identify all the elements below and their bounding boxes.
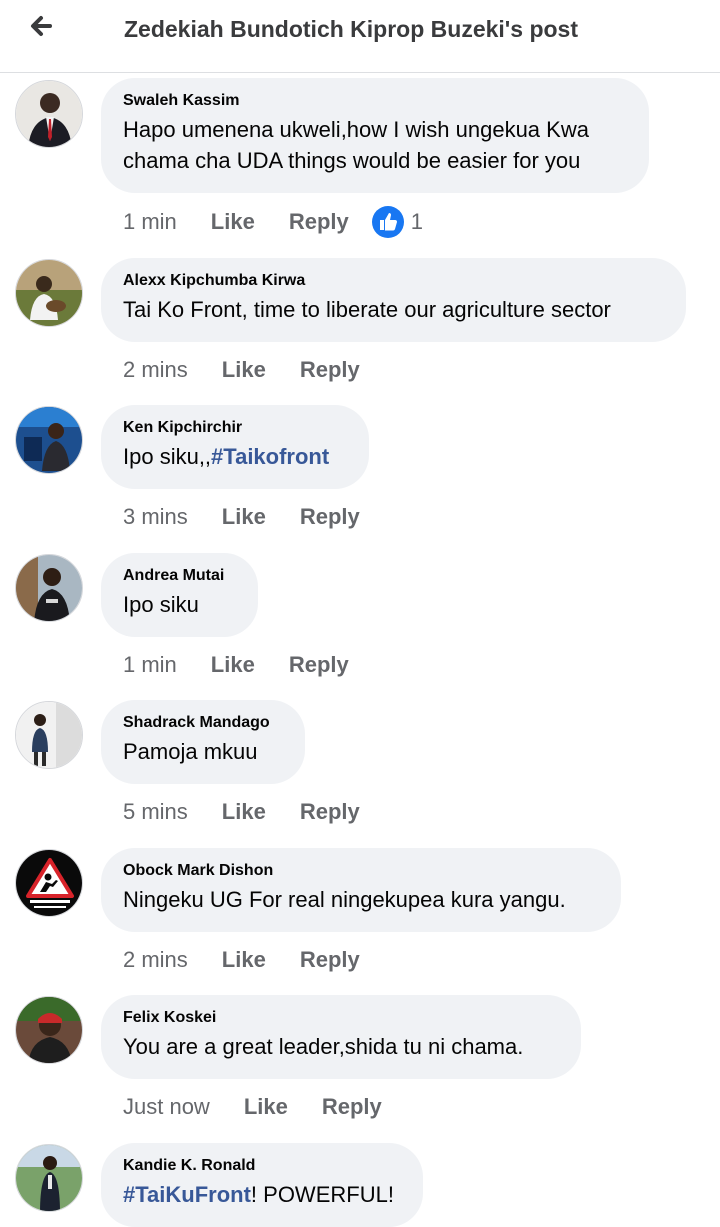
comment-text: You are a great leader,shida tu ni chama… [123,1034,524,1059]
like-button[interactable]: Like [222,356,266,384]
comment-meta: 1 min Like Reply [123,650,349,679]
comment-meta: 3 mins Like Reply [123,502,360,531]
comment-author[interactable]: Obock Mark Dishon [123,860,597,882]
comment-bubble: Kandie K. Ronald #TaiKuFront! POWERFUL! [101,1143,423,1227]
page-title: Zedekiah Bundotich Kiprop Buzeki's post [124,16,579,42]
reaction-summary[interactable]: 1 [371,205,423,239]
comment-text: #TaiKuFront! POWERFUL! [123,1179,399,1210]
reaction-count: 1 [410,209,423,234]
comment-time[interactable]: 1 min [123,208,177,236]
back-button[interactable] [22,8,62,48]
comment-author[interactable]: Shadrack Mandago [123,712,281,734]
comment-meta: 5 mins Like Reply [123,797,360,826]
reply-button[interactable]: Reply [300,503,360,531]
comment-meta: Just now Like Reply [123,1092,382,1121]
comment-time[interactable]: 5 mins [123,798,188,826]
reply-button[interactable]: Reply [322,1093,382,1121]
comment-author[interactable]: Andrea Mutai [123,565,234,587]
comment-bubble: Alexx Kipchumba Kirwa Tai Ko Front, time… [101,258,686,342]
avatar[interactable] [15,406,83,474]
comment-time[interactable]: 2 mins [123,356,188,384]
comment-time[interactable]: 3 mins [123,503,188,531]
avatar[interactable] [15,554,83,622]
comment-text-line: Hapo umenena ukweli,how I wish ungekua K… [123,117,589,142]
comment-time[interactable]: Just now [123,1093,210,1121]
reply-button[interactable]: Reply [300,946,360,974]
arrow-left-icon [31,16,52,36]
thumbs-up-icon [371,206,404,238]
comment-bubble: Swaleh Kassim Hapo umenena ukweli,how I … [101,78,649,193]
reply-button[interactable]: Reply [289,651,349,679]
comment-bubble: Andrea Mutai Ipo siku [101,553,258,637]
comment-text: Ningeku UG For real ningekupea kura yang… [123,887,566,912]
comment-meta: 2 mins Like Reply [123,945,360,974]
like-button[interactable]: Like [211,651,255,679]
comment-bubble: Shadrack Mandago Pamoja mkuu [101,700,305,784]
avatar[interactable] [15,849,83,917]
comment-author[interactable]: Alexx Kipchumba Kirwa [123,270,662,292]
comment-text-suffix: ! POWERFUL! [250,1182,394,1207]
comment-author[interactable]: Felix Koskei [123,1007,557,1029]
like-button[interactable]: Like [211,208,255,236]
warning-sign-logo [16,850,82,916]
comment-author[interactable]: Ken Kipchirchir [123,417,345,439]
avatar[interactable] [15,701,83,769]
comment-meta: 2 mins Like Reply [123,355,360,384]
comment-time[interactable]: 2 mins [123,946,188,974]
reply-button[interactable]: Reply [289,208,349,236]
comment-bubble: Obock Mark Dishon Ningeku UG For real ni… [101,848,621,932]
like-button[interactable]: Like [222,798,266,826]
comment-author[interactable]: Kandie K. Ronald [123,1155,399,1177]
like-button[interactable]: Like [222,503,266,531]
comment-author[interactable]: Swaleh Kassim [123,90,625,112]
avatar[interactable] [15,80,83,148]
comment-text: Pamoja mkuu [123,739,258,764]
hashtag-link[interactable]: #TaiKuFront [123,1182,251,1207]
comment-text: Tai Ko Front, time to liberate our agric… [123,297,611,322]
comment-time[interactable]: 1 min [123,651,177,679]
comment-text-prefix: Ipo siku,, [123,444,212,469]
like-button[interactable]: Like [244,1093,288,1121]
reply-button[interactable]: Reply [300,356,360,384]
comment-meta: 1 min Like Reply 1 [123,205,423,239]
avatar[interactable] [15,259,83,327]
comment-bubble: Felix Koskei You are a great leader,shid… [101,995,581,1079]
avatar[interactable] [15,996,83,1064]
comment-text-line: chama cha UDA things would be easier for… [123,148,581,173]
comment-text: Hapo umenena ukweli,how I wish ungekua K… [123,114,625,176]
comment-text: Ipo siku [123,592,199,617]
comment-bubble: Ken Kipchirchir Ipo siku,,#Taikofront [101,405,369,489]
like-button[interactable]: Like [222,946,266,974]
reply-button[interactable]: Reply [300,798,360,826]
post-header: Zedekiah Bundotich Kiprop Buzeki's post [0,0,720,73]
hashtag-link[interactable]: #Taikofront [211,444,329,469]
avatar[interactable] [15,1144,83,1212]
comment-text: Ipo siku,,#Taikofront [123,441,345,472]
